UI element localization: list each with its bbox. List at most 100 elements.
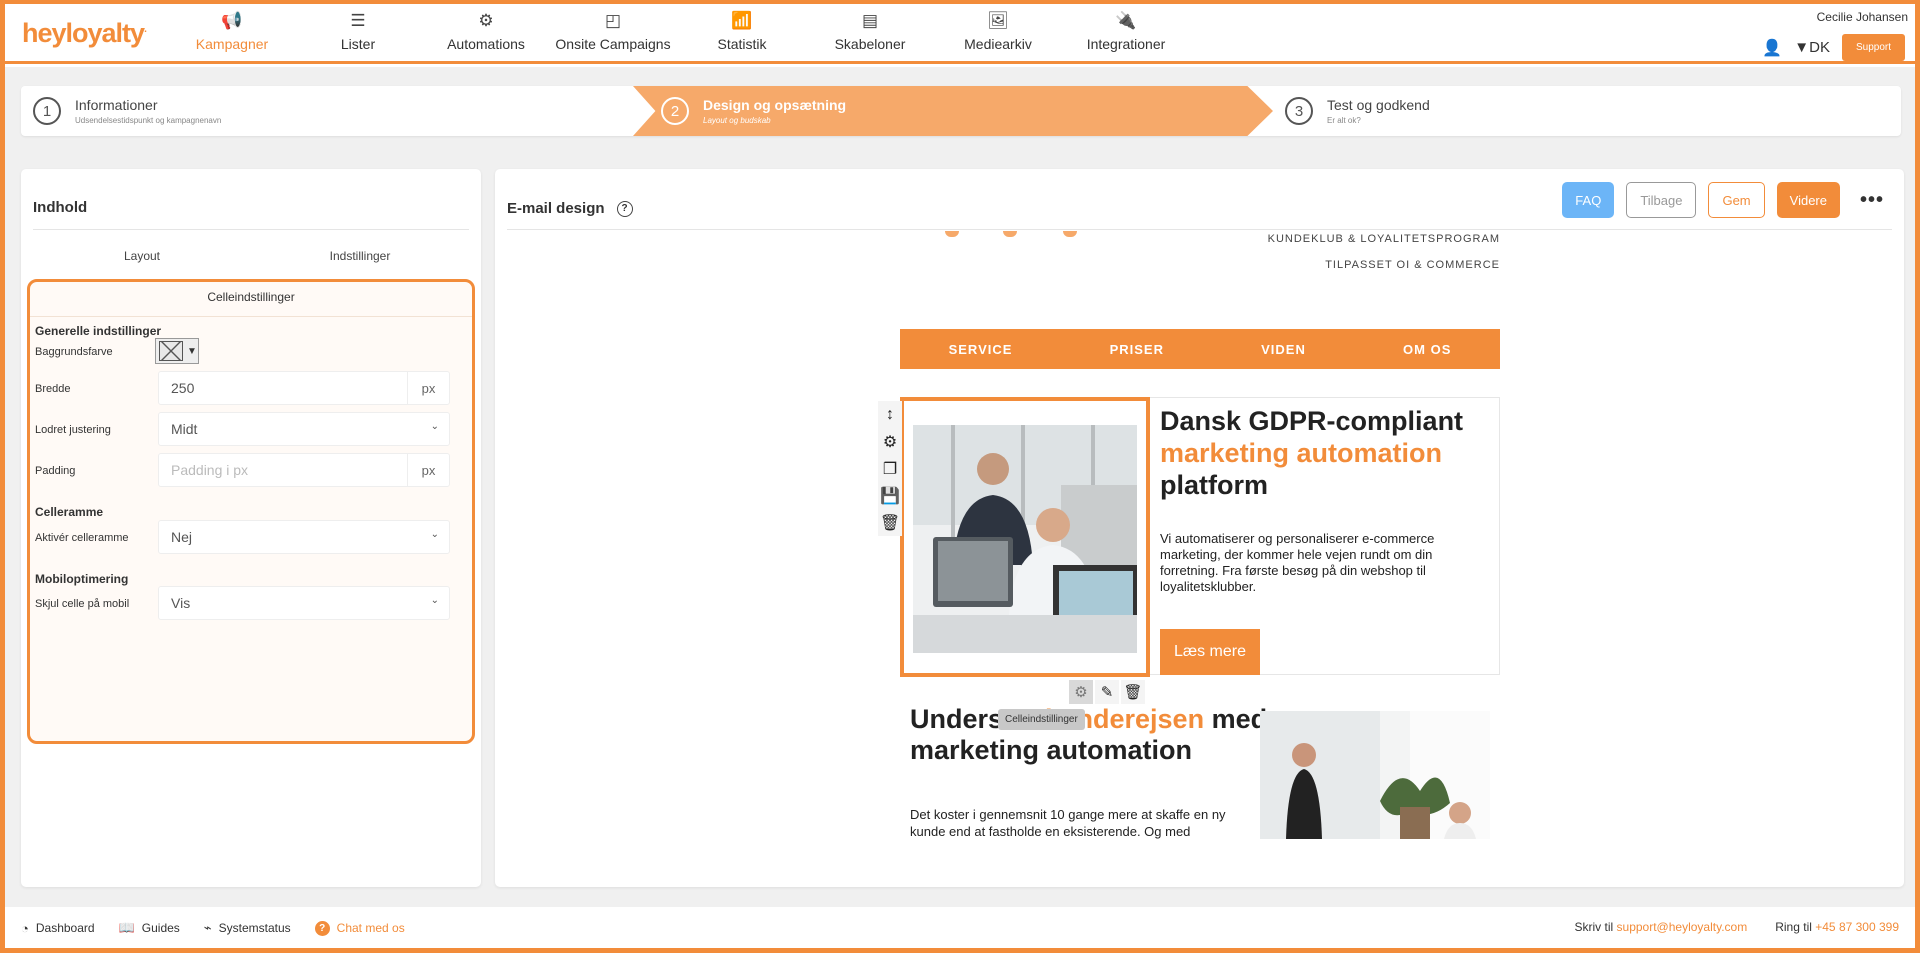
email-nav-item[interactable]: VIDEN — [1261, 342, 1306, 357]
step-subtitle: Er alt ok? — [1327, 116, 1361, 125]
step-number: 1 — [33, 97, 61, 125]
read-more-button[interactable]: Læs mere — [1160, 629, 1260, 675]
cell-settings-tooltip: Celleindstillinger — [998, 709, 1085, 730]
nav-automations[interactable]: ⚙ Automations — [416, 10, 556, 52]
user-name: Cecilie Johansen — [1816, 10, 1908, 24]
team-photo[interactable] — [1260, 711, 1490, 839]
nav-kampagner[interactable]: 📢 Kampagner — [162, 10, 302, 52]
footer-systemstatus[interactable]: ⌁ Systemstatus — [204, 920, 291, 936]
move-icon[interactable]: ↕ — [878, 401, 902, 428]
more-icon[interactable]: ••• — [1860, 189, 1884, 212]
email-nav-item[interactable]: PRISER — [1110, 342, 1164, 357]
email-canvas[interactable]: KUNDEKLUB & LOYALITETSPROGRAM TILPASSET … — [878, 231, 1500, 887]
mobile-label: Skjul celle på mobil — [35, 598, 130, 610]
nav-lister[interactable]: ☰ Lister — [288, 10, 428, 52]
email-nav: SERVICE PRISER VIDEN OM OS — [900, 329, 1500, 369]
general-settings-heading: Generelle indstillinger — [35, 324, 162, 338]
nav-label: Onsite Campaigns — [555, 36, 671, 52]
nav-statistik[interactable]: 📶 Statistik — [672, 10, 812, 52]
contact-label: Ring til — [1775, 920, 1812, 934]
save-icon[interactable]: 💾 — [878, 482, 902, 509]
email-heading[interactable]: Understøt kunderejsen med marketing auto… — [910, 704, 1270, 766]
nav-label: Lister — [340, 36, 376, 52]
contact-email: Skriv til support@heyloyalty.com — [1575, 920, 1748, 934]
tab-layout[interactable]: Layout — [33, 249, 251, 263]
panel-title-text: E-mail design — [507, 200, 605, 217]
gears-icon: ⚙ — [478, 11, 494, 30]
nav-label: Kampagner — [195, 36, 269, 52]
step-2[interactable]: 2 Design og opsætning Layout og budskab — [661, 86, 846, 136]
square-icon: ◰ — [604, 11, 622, 30]
bg-color-picker[interactable]: ▼ — [155, 338, 199, 364]
stepper: 1 Informationer Udsendelsestidspunkt og … — [21, 86, 1901, 136]
nav-label: Statistik — [717, 36, 767, 52]
nav-mediearkiv[interactable]: 🖼 Mediearkiv — [928, 10, 1068, 52]
step-1[interactable]: 1 Informationer Udsendelsestidspunkt og … — [33, 86, 221, 136]
divider — [33, 229, 469, 230]
email-tagline: TILPASSET OI & COMMERCE — [1325, 259, 1500, 271]
support-button[interactable]: Support — [1841, 34, 1905, 61]
panel-tabs: Layout Indstillinger — [33, 249, 469, 263]
step-subtitle: Udsendelsestidspunkt og kampagnenavn — [75, 116, 222, 125]
chevron-down-icon: ⌄ — [430, 595, 439, 606]
email-nav-item[interactable]: OM OS — [1403, 342, 1451, 357]
settings-icon[interactable]: ⚙ — [878, 428, 902, 455]
step-subtitle: Layout og budskab — [703, 116, 771, 125]
faq-button[interactable]: FAQ — [1562, 182, 1615, 218]
logo-text: heyloyalty — [22, 18, 145, 48]
footer-chat[interactable]: ? Chat med os — [314, 920, 405, 936]
email-paragraph[interactable]: Vi automatiserer og personaliserer e-com… — [1160, 531, 1480, 595]
mobile-select[interactable]: Vis ⌄ — [158, 586, 450, 620]
language-select[interactable]: ▼DK — [1794, 39, 1830, 56]
dashboard-icon: ◔ — [21, 920, 29, 936]
email-nav-item[interactable]: SERVICE — [949, 342, 1013, 357]
save-button[interactable]: Gem — [1708, 182, 1765, 218]
help-icon[interactable]: ? — [616, 200, 633, 217]
support-phone-link[interactable]: +45 87 300 399 — [1815, 920, 1899, 934]
pulse-icon: ⌁ — [203, 920, 212, 935]
megaphone-icon: 📢 — [221, 11, 243, 30]
logo[interactable]: heyloyalty. — [22, 18, 147, 49]
padding-placeholder: Padding i px — [171, 462, 249, 478]
heading-text: Dansk GDPR-compliant — [1160, 406, 1464, 436]
delete-icon[interactable]: 🗑 — [878, 509, 902, 536]
width-value: 250 — [171, 380, 195, 396]
office-photo[interactable] — [913, 425, 1137, 653]
nav-label: Mediearkiv — [964, 36, 1032, 52]
bg-color-label: Baggrundsfarve — [35, 346, 113, 358]
delete-icon[interactable]: 🗑 — [1121, 680, 1145, 704]
cell-settings-box: Celleindstillinger Generelle indstilling… — [27, 279, 475, 744]
tab-indstillinger[interactable]: Indstillinger — [251, 249, 469, 263]
top-nav: heyloyalty. 📢 Kampagner ☰ Lister ⚙ Autom… — [5, 4, 1915, 64]
support-email-link[interactable]: support@heyloyalty.com — [1617, 920, 1748, 934]
step-3[interactable]: 3 Test og godkend Er alt ok? — [1285, 86, 1430, 136]
next-button[interactable]: Videre — [1776, 182, 1840, 218]
footer-label: Chat med os — [336, 921, 405, 935]
copy-icon[interactable]: ❐ — [878, 455, 902, 482]
padding-label: Padding — [35, 465, 76, 477]
nav-integrationer[interactable]: 🔌 Integrationer — [1056, 10, 1196, 52]
selected-cell[interactable]: ↕ ⚙ ❐ 💾 🗑 — [878, 397, 1150, 677]
back-button[interactable]: Tilbage — [1626, 182, 1697, 218]
step-number: 2 — [661, 97, 689, 125]
footer-label: Systemstatus — [218, 921, 291, 935]
nav-onsite-campaigns[interactable]: ◰ Onsite Campaigns — [543, 10, 683, 52]
email-paragraph[interactable]: Det koster i gennemsnit 10 gange mere at… — [910, 806, 1250, 840]
email-heading[interactable]: Dansk GDPR-compliant marketing automatio… — [1160, 405, 1490, 501]
content-area: 1 Informationer Udsendelsestidspunkt og … — [5, 67, 1915, 907]
user-settings-icon[interactable]: 👤 — [1762, 38, 1782, 58]
cell-settings-icon[interactable]: ⚙ — [1069, 680, 1093, 704]
width-input[interactable]: 250 px — [158, 371, 450, 405]
footer-guides[interactable]: 📖 Guides — [119, 920, 180, 936]
valign-select[interactable]: Midt ⌄ — [158, 412, 450, 446]
border-select[interactable]: Nej ⌄ — [158, 520, 450, 554]
panel-title: Indhold — [33, 199, 88, 216]
nav-skabeloner[interactable]: ▤ Skabeloner — [800, 10, 940, 52]
nav-label: Skabeloner — [834, 36, 906, 52]
contact-label: Skriv til — [1574, 920, 1614, 934]
footer-dashboard[interactable]: ◔ Dashboard — [21, 921, 95, 936]
padding-input[interactable]: Padding i px px — [158, 453, 450, 487]
footer-label: Guides — [141, 921, 180, 935]
content-panel: Indhold Layout Indstillinger Celleindsti… — [21, 169, 481, 887]
edit-icon[interactable]: ✎ — [1095, 680, 1119, 704]
